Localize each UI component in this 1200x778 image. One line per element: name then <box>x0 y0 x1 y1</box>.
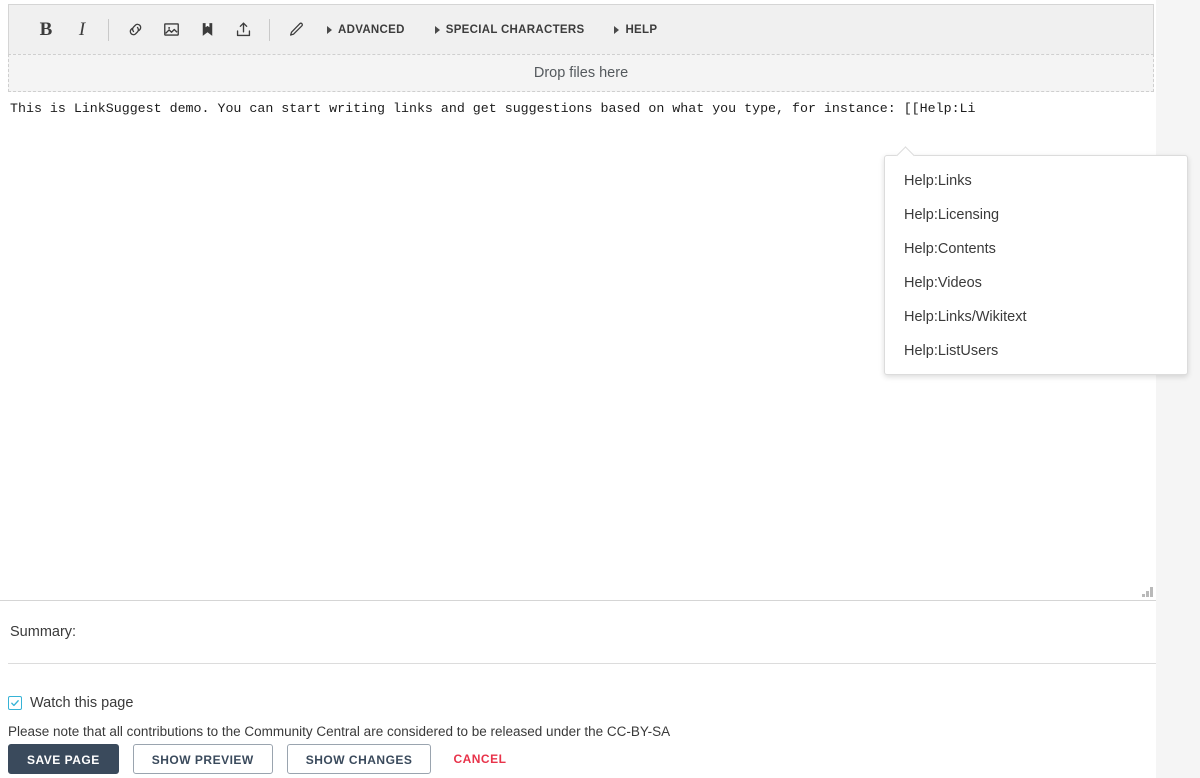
bookmark-icon[interactable] <box>192 15 222 45</box>
toolbar-group-advanced[interactable]: ADVANCED <box>327 24 405 36</box>
bold-button[interactable]: B <box>31 15 61 45</box>
action-buttons: SAVE PAGE SHOW PREVIEW SHOW CHANGES CANC… <box>8 744 528 774</box>
toolbar-group-advanced-label: ADVANCED <box>338 23 405 36</box>
watch-this-page-row[interactable]: Watch this page <box>8 692 1156 713</box>
editor-content: This is LinkSuggest demo. You can start … <box>10 101 976 116</box>
italic-button[interactable]: I <box>67 15 97 45</box>
summary-input[interactable] <box>84 616 1156 648</box>
watch-this-page-checkbox[interactable] <box>8 695 22 710</box>
suggestion-item[interactable]: Help:Licensing <box>885 198 1187 232</box>
toolbar-divider-1 <box>108 18 109 41</box>
toolbar-group-help[interactable]: HELP <box>614 24 657 36</box>
toolbar-divider-2 <box>269 18 270 41</box>
suggestion-item[interactable]: Help:Links <box>885 164 1187 198</box>
drop-files-zone[interactable]: Drop files here <box>8 54 1154 92</box>
chevron-right-icon <box>327 25 332 34</box>
suggestion-item[interactable]: Help:ListUsers <box>885 334 1187 368</box>
editor-toolbar: B I ADVANCED SPECIAL CHARACTERS HELP <box>8 4 1154 54</box>
editor-page-column: B I ADVANCED SPECIAL CHARACTERS HELP Dro… <box>0 0 1156 778</box>
image-icon[interactable] <box>156 15 186 45</box>
drop-files-label: Drop files here <box>533 65 629 81</box>
toolbar-group-special-characters[interactable]: SPECIAL CHARACTERS <box>434 23 585 36</box>
textarea-resize-handle[interactable] <box>1141 585 1153 597</box>
toolbar-group-special-characters-label: SPECIAL CHARACTERS <box>445 23 585 36</box>
toolbar-group-help-label: HELP <box>625 23 658 36</box>
summary-section: Summary: <box>8 601 1156 664</box>
summary-label: Summary: <box>10 624 77 640</box>
summary-row: Summary: <box>8 601 1156 664</box>
pencil-icon[interactable] <box>281 15 311 45</box>
upload-icon[interactable] <box>228 15 258 45</box>
bold-label: B <box>39 19 53 40</box>
watch-this-page-label: Watch this page <box>30 694 134 711</box>
license-notice: Please note that all contributions to th… <box>8 724 671 739</box>
edit-options: Watch this page Please note that all con… <box>8 692 1156 741</box>
suggestion-item[interactable]: Help:Links/Wikitext <box>885 300 1187 334</box>
save-page-button[interactable]: SAVE PAGE <box>8 744 119 774</box>
show-changes-button[interactable]: SHOW CHANGES <box>286 744 432 774</box>
suggestion-item[interactable]: Help:Videos <box>885 266 1187 300</box>
suggestion-item[interactable]: Help:Contents <box>885 232 1187 266</box>
chevron-right-icon <box>614 25 620 34</box>
show-preview-button[interactable]: SHOW PREVIEW <box>132 744 273 774</box>
chevron-right-icon <box>434 25 440 34</box>
cancel-button[interactable]: CANCEL <box>445 744 514 774</box>
italic-label: I <box>78 19 86 40</box>
link-icon[interactable] <box>120 15 150 45</box>
link-suggest-dropdown: Help:Links Help:Licensing Help:Contents … <box>884 155 1188 375</box>
